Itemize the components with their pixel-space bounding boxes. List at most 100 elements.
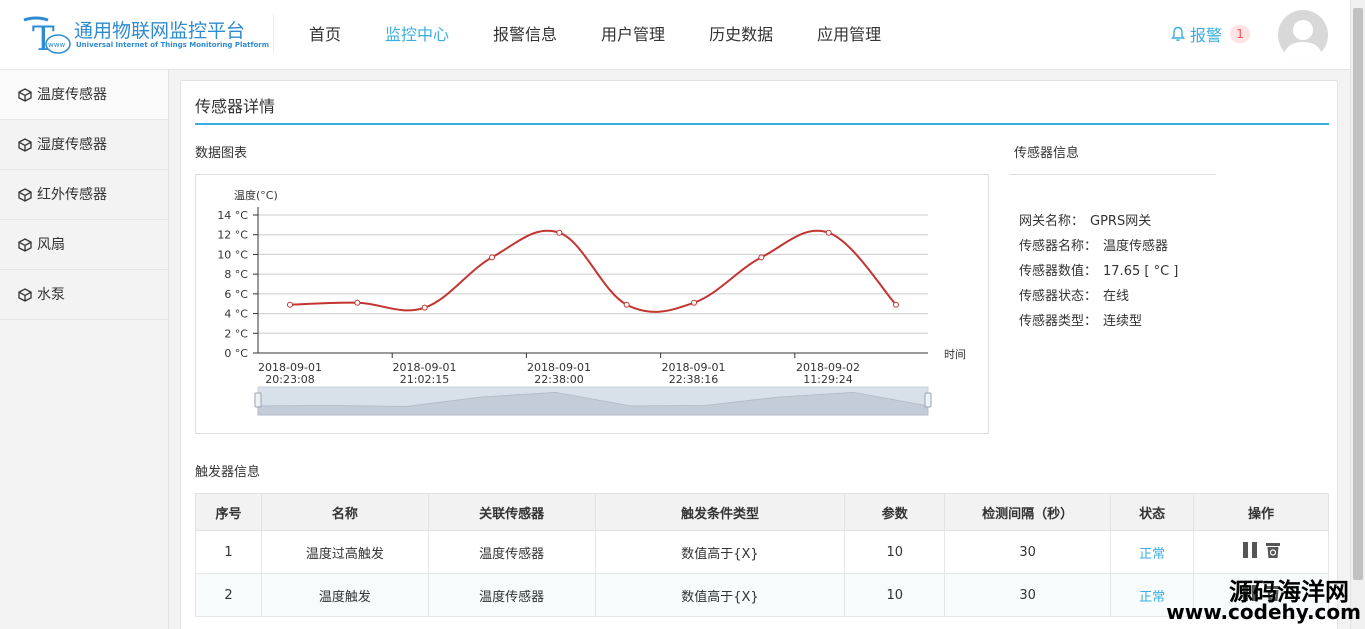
info-label: 传感器类型： <box>1019 314 1098 329</box>
logo-mark-icon: T www <box>22 14 72 59</box>
column-header: 关联传感器 <box>427 493 596 531</box>
y-tick-label: 10 °C <box>217 248 248 261</box>
data-point <box>421 304 428 311</box>
data-point <box>691 299 697 306</box>
trash-icon[interactable] <box>1265 541 1281 559</box>
cell-no: 1 <box>195 530 262 574</box>
logo-mark-text: www <box>48 41 65 49</box>
cell-name: 温度触发 <box>260 573 429 617</box>
info-value: 17.65 [ °C ] <box>1103 264 1179 279</box>
info-label: 传感器名称： <box>1019 239 1098 254</box>
watermark: 源码海洋网 www.codehy.com <box>1166 570 1365 629</box>
column-header: 序号 <box>195 493 262 531</box>
y-tick-label: 14 °C <box>217 209 248 222</box>
sidebar: 温度传感器 湿度传感器 红外传感器 风扇 水泵 <box>0 70 169 629</box>
cell-sensor: 温度传感器 <box>427 530 596 574</box>
info-value: 连续型 <box>1103 314 1143 329</box>
cell-sensor: 温度传感器 <box>427 573 596 617</box>
alarm-button[interactable]: 报警 1 <box>1170 22 1251 46</box>
y-tick-label: 8 °C <box>224 268 248 281</box>
cell-param: 10 <box>844 573 946 617</box>
y-axis-label: 温度(°C) <box>234 188 278 202</box>
column-header: 检测间隔（秒） <box>944 493 1112 531</box>
x-tick-label-time: 22:38:16 <box>669 373 718 386</box>
alarm-count-badge: 1 <box>1230 25 1251 43</box>
info-gateway-name: 网关名称： GPRS网关 <box>1019 210 1151 229</box>
sidebar-item-infrared-sensor[interactable]: 红外传感器 <box>0 170 168 220</box>
column-header: 参数 <box>844 493 946 531</box>
cell-condition: 数值高于{X} <box>594 530 846 574</box>
page-scrollbar-thumb[interactable] <box>1353 8 1363 580</box>
sidebar-item-label: 风扇 <box>37 236 65 253</box>
temperature-line-chart[interactable]: 温度(°C) 0 °C 2 °C 4 °C 6 °C 8 °C 10 °C 12 °C 14 °… <box>196 175 988 433</box>
info-value: 温度传感器 <box>1103 239 1169 254</box>
x-tick-label-time: 22:38:00 <box>534 373 583 386</box>
status-link[interactable]: 正常 <box>1139 590 1165 605</box>
info-sensor-type: 传感器类型： 连续型 <box>1019 310 1142 329</box>
table-header-row: 序号 名称 关联传感器 触发条件类型 参数 检测间隔（秒） 状态 操作 <box>195 493 1329 531</box>
chart-container: 温度(°C) 0 °C 2 °C 4 °C 6 °C 8 °C 10 °C 12 °C 14 °… <box>195 174 989 434</box>
sidebar-item-fan[interactable]: 风扇 <box>0 220 168 270</box>
user-silhouette-icon <box>1283 20 1323 60</box>
trigger-section-label: 触发器信息 <box>195 465 261 480</box>
cell-no: 2 <box>195 573 262 617</box>
y-tick-label: 4 °C <box>224 308 248 321</box>
nav-monitor-center[interactable]: 监控中心 <box>366 0 468 70</box>
cell-status: 正常 <box>1110 530 1195 574</box>
data-point <box>893 301 899 308</box>
info-section-divider <box>1009 174 1216 175</box>
logo[interactable]: T www 通用物联网监控平台 Universal Internet of Th… <box>22 12 272 59</box>
info-label: 网关名称： <box>1019 214 1085 229</box>
zoom-handle-left[interactable] <box>254 392 262 408</box>
pause-icon[interactable] <box>1241 541 1259 559</box>
table-row: 1 温度过高触发 温度传感器 数值高于{X} 10 30 正常 <box>195 530 1329 574</box>
alarm-label: 报警 <box>1190 26 1223 45</box>
trigger-table: 序号 名称 关联传感器 触发条件类型 参数 检测间隔（秒） 状态 操作 1 温度… <box>195 493 1329 617</box>
nav-home[interactable]: 首页 <box>290 0 360 70</box>
cube-icon <box>18 237 32 252</box>
sidebar-item-temperature-sensor[interactable]: 温度传感器 <box>0 70 168 120</box>
data-point <box>287 301 293 308</box>
data-point <box>489 254 495 261</box>
nav-user-management[interactable]: 用户管理 <box>582 0 684 70</box>
data-point <box>825 229 832 236</box>
cube-icon <box>18 187 32 202</box>
cell-interval: 30 <box>944 573 1112 617</box>
data-point <box>354 299 361 306</box>
nav-app-management[interactable]: 应用管理 <box>798 0 900 70</box>
x-tick-label-time: 21:02:15 <box>400 373 449 386</box>
nav-alarm-info[interactable]: 报警信息 <box>474 0 576 70</box>
info-sensor-value: 传感器数值： 17.65 [ °C ] <box>1019 260 1178 279</box>
logo-subtitle: Universal Internet of Things Monitoring … <box>76 41 270 49</box>
cell-actions <box>1193 530 1329 574</box>
panel-title-underline <box>195 123 1329 125</box>
data-point <box>758 254 765 261</box>
user-avatar[interactable] <box>1278 10 1328 60</box>
y-tick-label: 6 °C <box>224 288 248 301</box>
info-section-label: 传感器信息 <box>1014 146 1080 161</box>
sidebar-item-water-pump[interactable]: 水泵 <box>0 270 168 320</box>
cell-condition: 数值高于{X} <box>594 573 846 617</box>
cube-icon <box>18 137 32 152</box>
bell-icon <box>1171 26 1185 42</box>
x-tick-label-time: 11:29:24 <box>803 373 852 386</box>
sensor-detail-panel: 传感器详情 数据图表 传感器信息 温度(°C) 0 °C 2 °C 4 °C 6 °C 8… <box>180 80 1338 629</box>
main-nav: 首页 监控中心 报警信息 用户管理 历史数据 应用管理 <box>290 0 906 70</box>
cell-name: 温度过高触发 <box>260 530 429 574</box>
sidebar-item-humidity-sensor[interactable]: 湿度传感器 <box>0 120 168 170</box>
logo-title: 通用物联网监控平台 <box>74 20 246 42</box>
data-point <box>623 301 630 308</box>
cube-icon <box>18 87 32 102</box>
status-link[interactable]: 正常 <box>1139 547 1165 562</box>
sidebar-item-label: 温度传感器 <box>37 86 107 103</box>
page-scrollbar[interactable] <box>1350 0 1365 629</box>
chart-section-label: 数据图表 <box>195 146 248 161</box>
panel-title: 传感器详情 <box>195 97 276 116</box>
x-axis-label: 时间 <box>944 348 966 361</box>
x-tick-label-time: 20:23:08 <box>265 373 314 386</box>
column-header: 名称 <box>260 493 429 531</box>
y-tick-label: 12 °C <box>217 229 248 242</box>
zoom-handle-right[interactable] <box>924 392 932 408</box>
sidebar-item-label: 红外传感器 <box>37 186 107 203</box>
nav-history-data[interactable]: 历史数据 <box>690 0 792 70</box>
